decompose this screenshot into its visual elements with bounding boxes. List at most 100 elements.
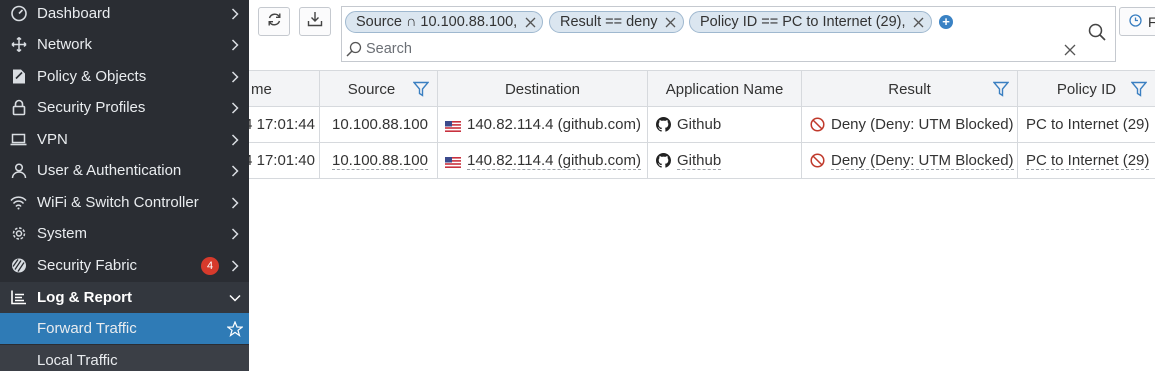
table-row[interactable]: 4 17:01:44 10.100.88.100 140.82.114.4 (g… <box>249 107 1155 143</box>
user-icon <box>10 162 27 179</box>
us-flag-icon <box>445 155 461 168</box>
column-header-label: Source <box>347 80 396 98</box>
add-filter-icon[interactable]: + <box>939 15 953 29</box>
download-button[interactable] <box>299 7 331 36</box>
cell-application-name: Github <box>648 143 802 178</box>
filter-icon[interactable] <box>992 81 1010 101</box>
refresh-icon <box>267 12 282 32</box>
sidebar-item-dashboard[interactable]: Dashboard <box>0 0 249 29</box>
forward-traffic-page: Dashboard Network Policy & Objects Secur… <box>0 0 1155 371</box>
deny-icon <box>810 153 825 168</box>
cell-policy-id: PC to Internet (29) <box>1026 151 1150 170</box>
sidebar-subitem-forward-traffic[interactable]: Forward Traffic <box>0 313 249 344</box>
laptop-icon <box>10 131 27 148</box>
sidebar-subitem-local-traffic[interactable]: Local Traffic <box>0 345 249 371</box>
sidebar-subitem-label: Local Traffic <box>37 352 118 369</box>
sidebar-item-label: Security Fabric <box>37 257 138 274</box>
network-icon <box>10 36 27 53</box>
sidebar-item-label: User & Authentication <box>37 162 182 179</box>
chevron-down-icon <box>229 292 241 304</box>
cell-destination: 140.82.114.4 (github.com) <box>438 107 648 142</box>
chevron-right-icon <box>229 38 241 51</box>
sidebar-subitem-label: Forward Traffic <box>37 320 137 337</box>
sidebar-item-user-authentication[interactable]: User & Authentication <box>0 155 249 186</box>
policy-icon <box>10 68 27 85</box>
time-range-button[interactable]: F <box>1119 7 1155 36</box>
sidebar-item-label: VPN <box>37 131 68 148</box>
chevron-right-icon <box>229 70 241 83</box>
lock-icon <box>10 99 27 116</box>
sidebar-item-wifi-switch[interactable]: WiFi & Switch Controller <box>0 187 249 218</box>
dashboard-icon <box>10 5 27 22</box>
cell-result: Deny (Deny: UTM Blocked) <box>802 143 1018 178</box>
sidebar-item-policy-objects[interactable]: Policy & Objects <box>0 61 249 92</box>
github-icon <box>656 153 671 168</box>
gear-icon <box>10 225 27 242</box>
filter-search-box[interactable]: Source ∩ 10.100.88.100, Result == deny P… <box>341 6 1079 62</box>
filter-chip-result[interactable]: Result == deny <box>549 11 684 33</box>
deny-icon <box>810 117 825 132</box>
cell-destination: 140.82.114.4 (github.com) <box>438 143 648 178</box>
search-input[interactable] <box>366 39 1046 59</box>
cell-result: Deny (Deny: UTM Blocked) <box>802 107 1018 142</box>
fabric-icon <box>10 257 27 274</box>
star-icon[interactable] <box>227 320 243 337</box>
cell-application-name: Github <box>648 107 802 142</box>
close-icon[interactable] <box>524 16 536 28</box>
filter-chip-policy-id[interactable]: Policy ID == PC to Internet (29), <box>689 11 932 33</box>
search-button[interactable] <box>1078 6 1116 62</box>
filter-icon[interactable] <box>1130 81 1148 101</box>
sidebar-section-log-report[interactable]: Log & Report <box>0 282 249 313</box>
chevron-right-icon <box>229 7 241 20</box>
chevron-right-icon <box>229 164 241 177</box>
cell-date-time: 4 17:01:44 <box>249 107 320 142</box>
search-icon <box>1088 23 1106 46</box>
filter-chip-source[interactable]: Source ∩ 10.100.88.100, <box>345 11 544 33</box>
column-header-label: Policy ID <box>1056 80 1117 98</box>
column-header-date-time[interactable]: me <box>249 71 320 107</box>
sidebar-item-label: WiFi & Switch Controller <box>37 194 199 211</box>
cell-source: 10.100.88.100 <box>320 143 438 178</box>
download-icon <box>307 11 323 32</box>
sidebar-item-security-profiles[interactable]: Security Profiles <box>0 92 249 123</box>
sidebar-item-system[interactable]: System <box>0 218 249 249</box>
filter-chip-label: Result == deny <box>560 14 658 30</box>
sidebar-item-label: Network <box>37 36 93 53</box>
sidebar-item-network[interactable]: Network <box>0 29 249 60</box>
filter-chip-label: Policy ID == PC to Internet (29), <box>700 14 906 30</box>
close-icon[interactable] <box>913 16 925 28</box>
table-header-row: me Source Destination Application Name R… <box>249 70 1155 107</box>
chevron-right-icon <box>229 196 241 209</box>
column-header-label: me <box>251 80 272 98</box>
close-icon[interactable] <box>665 16 677 28</box>
chevron-right-icon <box>229 227 241 240</box>
sidebar-item-label: Security Profiles <box>37 99 146 116</box>
refresh-button[interactable] <box>258 7 290 36</box>
column-header-label: Destination <box>504 80 581 98</box>
clock-icon <box>1129 13 1142 30</box>
column-header-policy-id[interactable]: Policy ID <box>1018 71 1155 107</box>
cell-date-time: 4 17:01:40 <box>249 143 320 178</box>
sidebar-item-security-fabric[interactable]: Security Fabric 4 <box>0 250 249 281</box>
column-header-application-name[interactable]: Application Name <box>648 71 802 107</box>
sidebar-item-vpn[interactable]: VPN <box>0 124 249 155</box>
github-icon <box>656 117 671 132</box>
sidebar-item-label: Policy & Objects <box>37 68 147 85</box>
log-report-icon <box>10 289 27 306</box>
sidebar: Dashboard Network Policy & Objects Secur… <box>0 0 249 371</box>
chevron-right-icon <box>229 101 241 114</box>
column-header-source[interactable]: Source <box>320 71 438 107</box>
search-icon <box>346 41 362 62</box>
notification-badge: 4 <box>201 256 219 275</box>
us-flag-icon <box>445 119 461 132</box>
log-toolbar: Source ∩ 10.100.88.100, Result == deny P… <box>249 0 1155 70</box>
chevron-right-icon <box>229 259 241 272</box>
column-header-destination[interactable]: Destination <box>438 71 648 107</box>
table-row[interactable]: 4 17:01:40 10.100.88.100 140.82.114.4 (g… <box>249 143 1155 179</box>
column-header-result[interactable]: Result <box>802 71 1018 107</box>
column-header-label: Application Name <box>665 80 784 98</box>
clear-search-icon[interactable] <box>1064 43 1076 61</box>
sidebar-section-label: Log & Report <box>37 289 132 306</box>
filter-icon[interactable] <box>412 81 430 101</box>
cell-source: 10.100.88.100 <box>320 107 438 142</box>
